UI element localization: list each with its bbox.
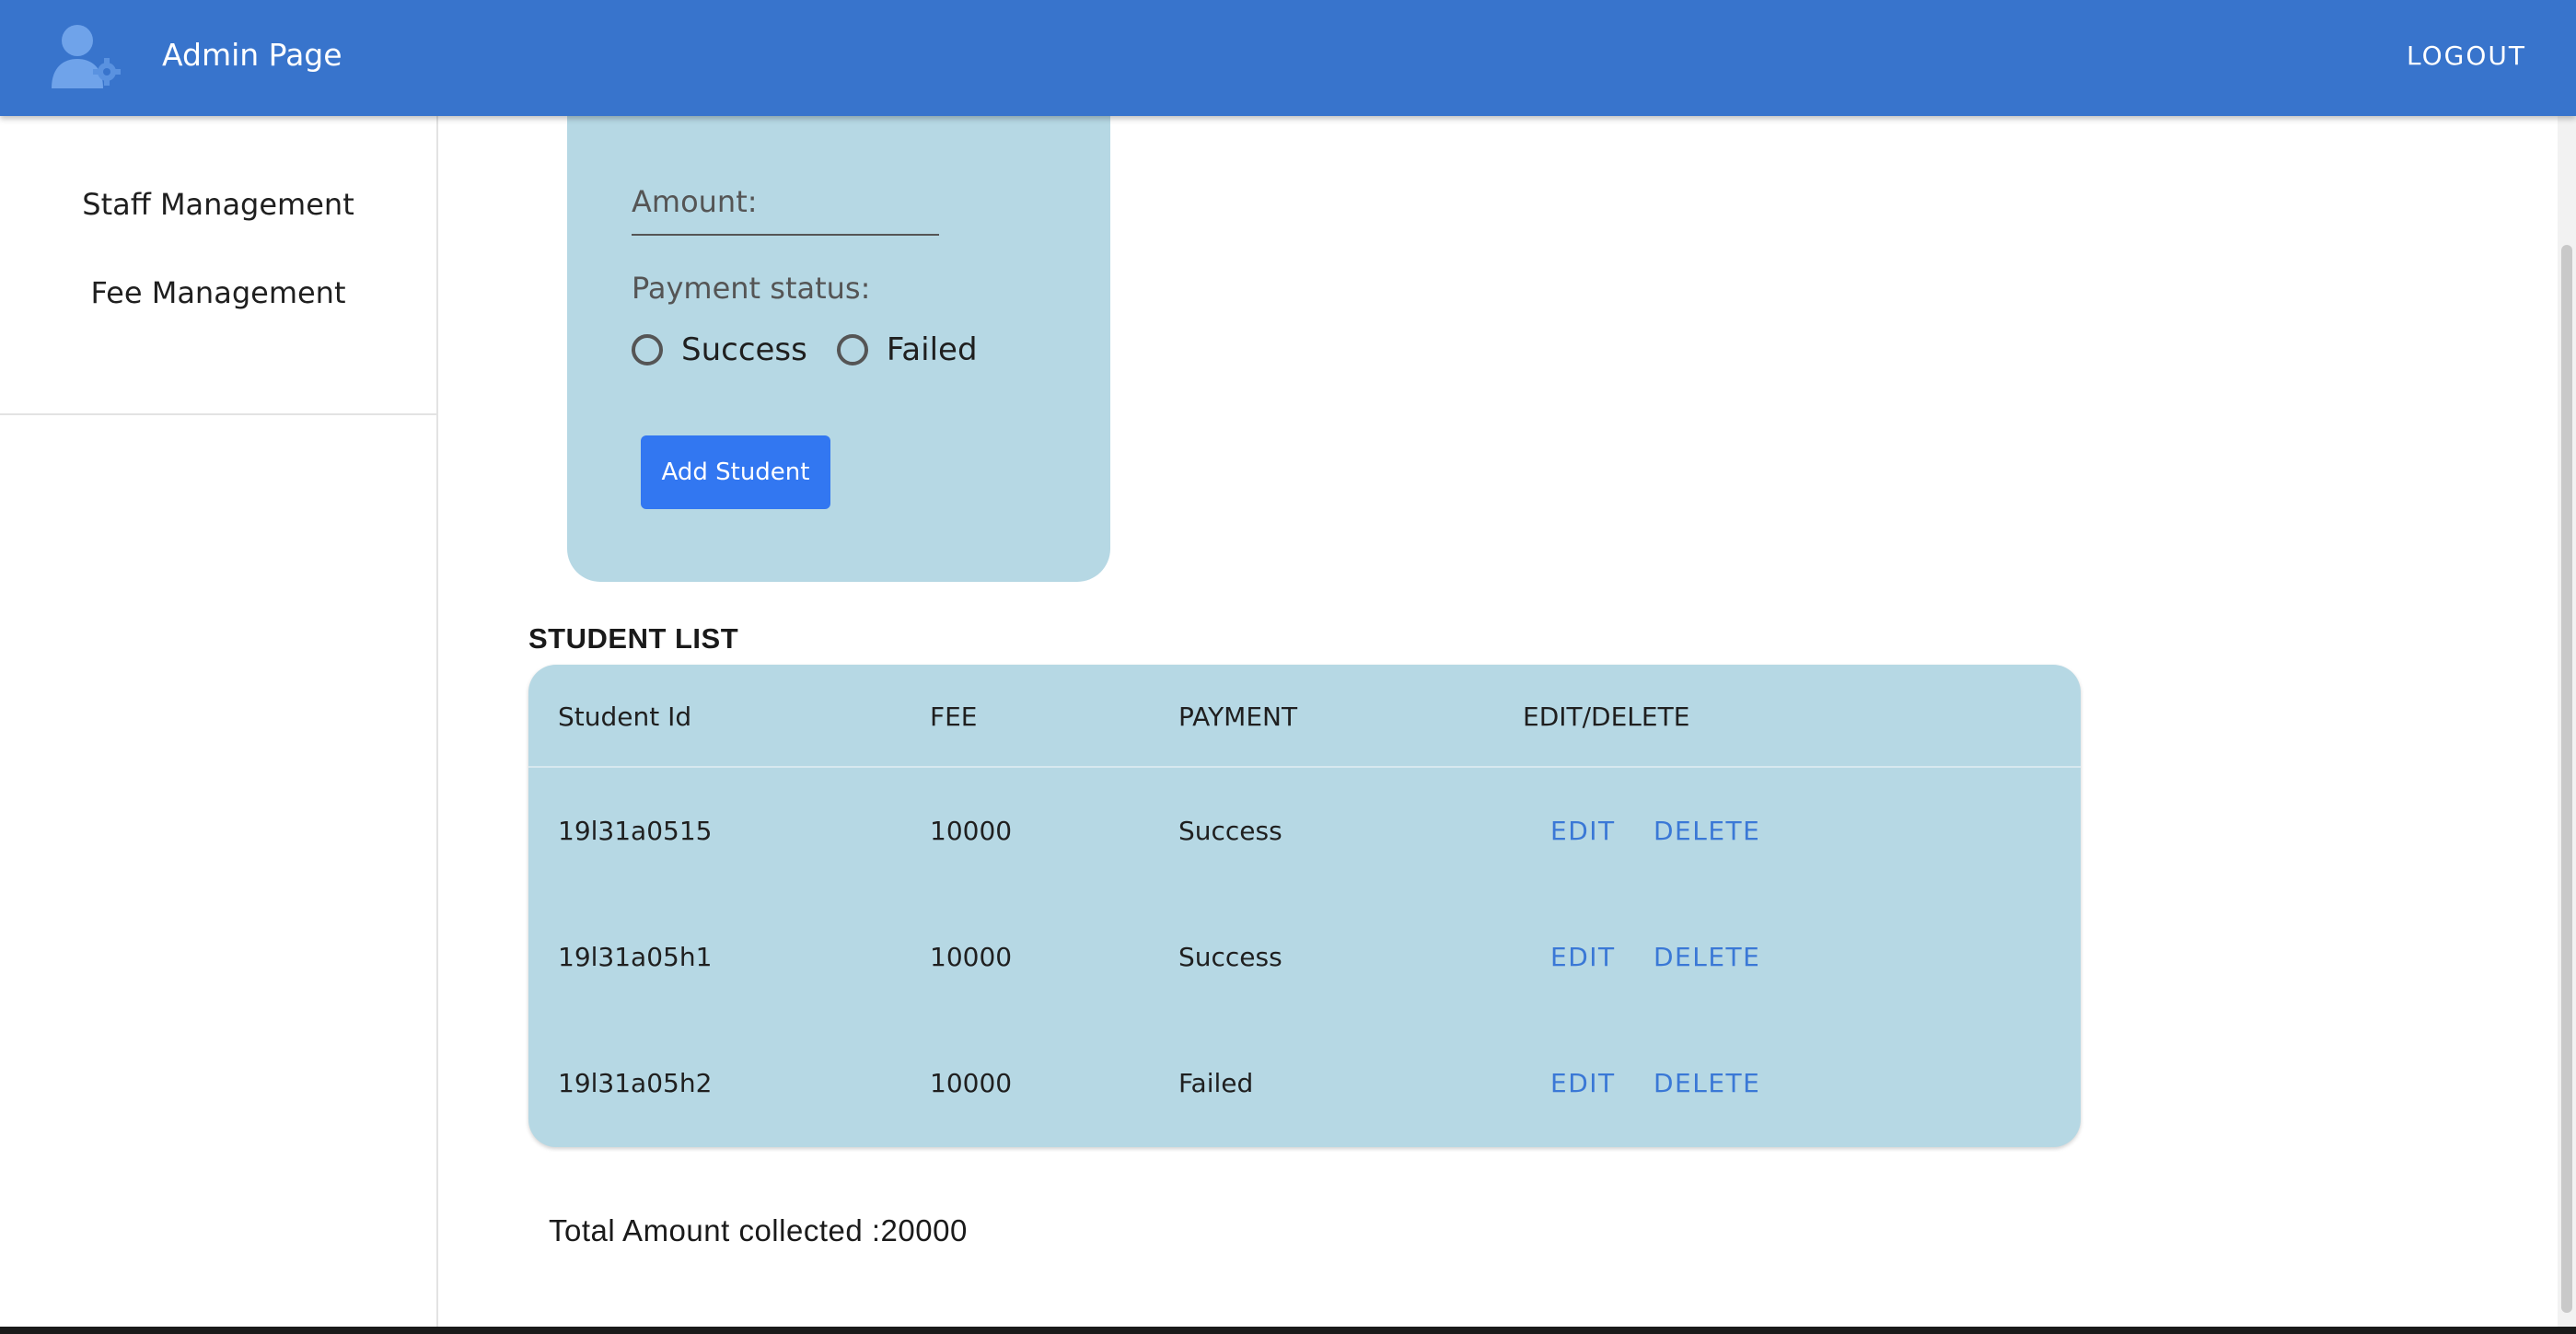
delete-button[interactable]: DELETE: [1654, 816, 1760, 846]
total-amount-collected: Total Amount collected :20000: [549, 1213, 968, 1247]
window-bottom-edge: [0, 1327, 2576, 1334]
table-header-row: Student Id FEE PAYMENT EDIT/DELETE: [528, 665, 2081, 768]
student-table: Student Id FEE PAYMENT EDIT/DELETE 19l31…: [528, 665, 2081, 1147]
payment-cell: Success: [1178, 942, 1282, 972]
student-id-cell: 19l31a05h1: [558, 942, 713, 972]
table-row: 19l31a0515 10000 Success EDIT DELETE: [528, 768, 2081, 894]
amount-label: Amount:: [632, 184, 758, 219]
payment-cell: Success: [1178, 816, 1282, 846]
column-header-payment: PAYMENT: [1178, 702, 1298, 732]
add-student-form: Amount: Payment status: Success Failed A…: [567, 74, 1110, 582]
logout-button[interactable]: LOGOUT: [2407, 41, 2526, 71]
payment-cell: Failed: [1178, 1068, 1254, 1098]
student-id-cell: 19l31a05h2: [558, 1068, 713, 1098]
fee-cell: 10000: [930, 816, 1013, 846]
student-id-cell: 19l31a0515: [558, 816, 713, 846]
table-row: 19l31a05h2 10000 Failed EDIT DELETE: [528, 1020, 2081, 1146]
sidebar-item-fee-management[interactable]: Fee Management: [0, 249, 436, 337]
fee-cell: 10000: [930, 1068, 1013, 1098]
fee-cell: 10000: [930, 942, 1013, 972]
scrollbar-thumb[interactable]: [2561, 245, 2572, 1313]
edit-button[interactable]: EDIT: [1550, 942, 1616, 972]
payment-status-radio-group: Success Failed: [632, 331, 1007, 368]
column-header-edit-delete: EDIT/DELETE: [1523, 702, 1690, 732]
app-title: Admin Page: [162, 37, 342, 73]
delete-button[interactable]: DELETE: [1654, 1068, 1760, 1098]
vertical-scrollbar[interactable]: [2558, 116, 2576, 1327]
column-header-fee: FEE: [930, 702, 978, 732]
edit-button[interactable]: EDIT: [1550, 1068, 1616, 1098]
app-bar: Admin Page LOGOUT: [0, 0, 2576, 116]
amount-input[interactable]: Amount:: [632, 184, 939, 236]
admin-user-gear-icon: [52, 25, 121, 88]
radio-circle-icon[interactable]: [836, 334, 868, 365]
radio-circle-icon[interactable]: [632, 334, 663, 365]
sidebar-nav: Staff Management Fee Management: [0, 160, 436, 415]
delete-button[interactable]: DELETE: [1654, 942, 1760, 972]
sidebar-item-staff-management[interactable]: Staff Management: [0, 160, 436, 249]
radio-success[interactable]: Success: [632, 331, 807, 368]
student-list-title: STUDENT LIST: [528, 622, 739, 655]
sidebar: Staff Management Fee Management: [0, 116, 438, 1334]
column-header-student-id: Student Id: [558, 702, 692, 732]
edit-button[interactable]: EDIT: [1550, 816, 1616, 846]
payment-status-label: Payment status:: [632, 271, 871, 306]
table-row: 19l31a05h1 10000 Success EDIT DELETE: [528, 894, 2081, 1020]
radio-failed-label: Failed: [886, 331, 978, 368]
radio-failed[interactable]: Failed: [836, 331, 978, 368]
radio-success-label: Success: [681, 331, 807, 368]
add-student-button[interactable]: Add Student: [641, 435, 830, 509]
